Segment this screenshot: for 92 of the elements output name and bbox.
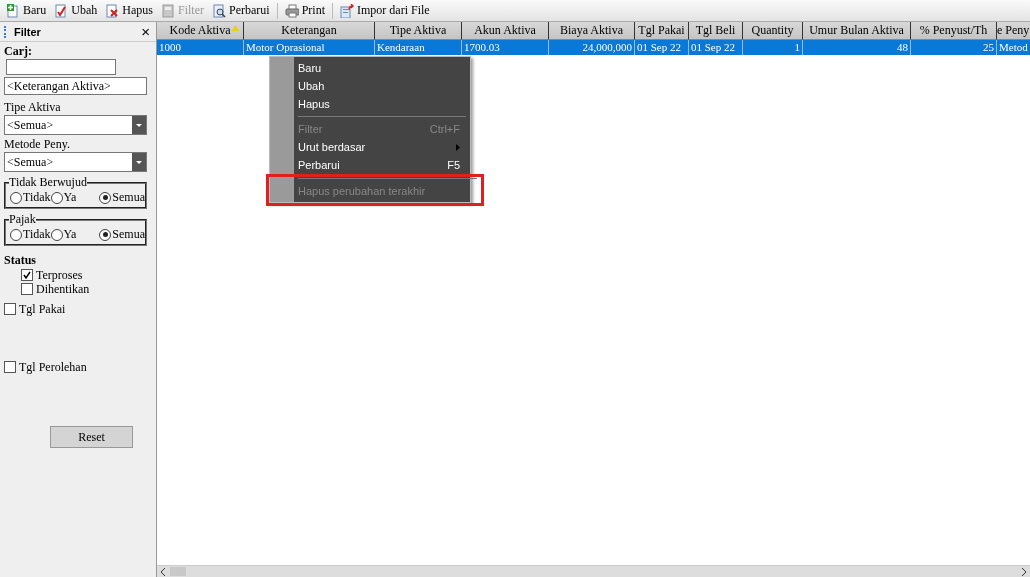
toolbar-button[interactable]: Hapus <box>102 1 156 20</box>
radio-button[interactable] <box>10 228 22 241</box>
menu-item[interactable]: Perbarui F5 <box>294 156 470 174</box>
column-header[interactable]: Akun Aktiva <box>462 22 549 40</box>
radio-label: Ya <box>63 190 77 205</box>
submenu-arrow-icon <box>456 143 460 151</box>
toolbar-button[interactable]: Print <box>281 1 328 20</box>
document-cross-icon <box>105 3 120 18</box>
checkbox-label: Terproses <box>36 267 83 283</box>
menu-item[interactable]: Ubah <box>294 77 470 95</box>
document-magnifier-icon <box>212 3 226 18</box>
menu-item-label: Ubah <box>298 80 326 92</box>
search-label: Carj: <box>4 44 33 59</box>
menu-item-label: Baru <box>298 62 323 74</box>
radio-button[interactable] <box>99 191 112 204</box>
column-header[interactable]: Tipe Aktiva <box>375 22 462 40</box>
dropdown-label: Metode Peny. <box>4 137 71 152</box>
table-cell: Motor Oprasional <box>244 40 375 55</box>
radio-option[interactable]: Ya <box>50 190 77 205</box>
radio-button[interactable] <box>50 191 63 204</box>
shortcut-label: Ctrl+F <box>429 123 460 135</box>
radio-label: Semua <box>112 190 145 205</box>
column-header[interactable]: Keterangan <box>244 22 375 40</box>
status-label: Status <box>4 253 37 268</box>
toolbar-button[interactable]: Ubah <box>51 1 101 20</box>
document-check-icon <box>54 3 69 18</box>
search-field[interactable] <box>6 59 116 75</box>
group-label: Tidak Berwujud <box>9 175 87 190</box>
menu-item[interactable]: Baru <box>294 59 470 77</box>
table-cell: Metod <box>997 40 1030 55</box>
toolbar-button[interactable]: Baru <box>3 1 50 20</box>
table-cell: 48 <box>803 40 911 55</box>
radio-label: Ya <box>63 227 77 242</box>
toolbar-button[interactable]: Perbarui <box>209 1 273 20</box>
printer-icon <box>284 3 299 18</box>
checkbox-label: Dihentikan <box>36 281 90 297</box>
table-cell: Kendaraan <box>375 40 462 55</box>
document-arrow-icon <box>340 3 354 18</box>
column-header[interactable]: Kode Aktiva <box>157 22 244 40</box>
close-button[interactable]: × <box>139 23 152 40</box>
checkbox[interactable] <box>4 361 16 373</box>
table-cell: 1700.03 <box>462 40 549 55</box>
reset-button[interactable]: Reset <box>50 426 133 448</box>
column-header[interactable]: Tgl Pakai <box>635 22 689 40</box>
column-header[interactable]: Quantity <box>743 22 803 40</box>
radio-option[interactable]: Tidak <box>10 190 51 205</box>
checkbox[interactable] <box>4 303 16 315</box>
table-cell: 24,000,000 <box>549 40 635 55</box>
menu-item[interactable]: Hapus <box>294 95 470 113</box>
group-label: Pajak <box>9 212 36 227</box>
radio-option[interactable]: Semua <box>99 190 145 205</box>
menu-item-label: Urut berdasar <box>298 141 367 153</box>
column-header[interactable]: % Penyust/Th <box>911 22 997 40</box>
document-icon <box>161 3 175 18</box>
radio-label: Semua <box>112 227 145 242</box>
menu-item-label: Hapus perubahan terakhir <box>298 185 427 197</box>
table-cell: 1 <box>743 40 803 55</box>
dropdown[interactable]: <Semua> <box>4 115 147 135</box>
radio-option[interactable]: Ya <box>50 227 77 242</box>
menu-item-label: Hapus <box>298 98 331 110</box>
scroll-left-icon[interactable] <box>160 567 166 576</box>
dropdown-label: Tipe Aktiva <box>4 100 62 115</box>
table-cell: 1000 <box>157 40 244 55</box>
scroll-right-icon[interactable] <box>1021 567 1027 576</box>
radio-option[interactable]: Semua <box>99 227 145 242</box>
document-plus-icon <box>6 3 20 18</box>
menu-item-label: Filter <box>298 123 324 135</box>
table-cell: 01 Sep 22 <box>635 40 689 55</box>
radio-option[interactable]: Tidak <box>10 227 51 242</box>
radio-label: Tidak <box>23 227 51 242</box>
column-header[interactable]: Biaya Aktiva <box>549 22 635 40</box>
shortcut-label: F5 <box>447 159 460 171</box>
dropdown[interactable]: <Semua> <box>4 152 147 172</box>
radio-label: Tidak <box>23 190 51 205</box>
checkbox[interactable] <box>21 283 33 295</box>
column-header[interactable]: Tgl Beli <box>689 22 743 40</box>
radio-button[interactable] <box>99 228 112 241</box>
menu-item[interactable]: Urut berdasar <box>294 138 470 156</box>
menu-item-label: Perbarui <box>298 159 341 171</box>
toolbar-button[interactable]: Impor dari File <box>337 1 433 20</box>
checkbox-label: Tgl Pakai <box>19 301 66 317</box>
table-cell: 01 Sep 22 <box>689 40 743 55</box>
radio-button[interactable] <box>10 191 22 204</box>
checkbox[interactable] <box>21 269 33 281</box>
column-header[interactable]: Umur Bulan Aktiva <box>803 22 911 40</box>
panel-title: Filter <box>14 25 42 38</box>
table-cell: 25 <box>911 40 997 55</box>
radio-button[interactable] <box>50 228 63 241</box>
horizontal-scrollbar[interactable] <box>157 565 1030 577</box>
column-header[interactable]: e Peny <box>997 22 1030 40</box>
checkbox-label: Tgl Perolehan <box>19 359 87 375</box>
description-field[interactable]: <Keterangan Aktiva> <box>4 77 147 95</box>
